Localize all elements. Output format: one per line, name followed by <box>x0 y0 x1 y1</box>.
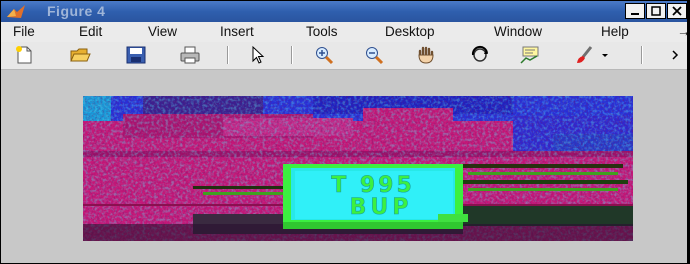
menu-desktop[interactable]: Desktop <box>385 24 435 39</box>
maximize-icon <box>651 6 661 16</box>
brush-dropdown-icon[interactable] <box>597 45 613 65</box>
menu-tools[interactable]: Tools <box>306 24 338 39</box>
toolbar-separator <box>641 46 643 64</box>
matlab-icon <box>7 5 25 18</box>
menu-bar: File Edit View Insert Tools Desktop Wind… <box>1 22 687 42</box>
save-icon[interactable] <box>125 45 147 65</box>
brush-icon[interactable] <box>573 45 595 65</box>
title-bar[interactable]: Figure 4 <box>1 1 687 22</box>
toolbar-separator <box>291 46 293 64</box>
open-folder-icon[interactable] <box>69 45 91 65</box>
menu-overflow-arrow[interactable]: → <box>677 24 687 39</box>
figure-window: Figure 4 File Edit View Insert Tools Des… <box>0 0 690 264</box>
license-plate-image: T 995 BUP <box>83 96 633 241</box>
new-figure-icon[interactable] <box>13 45 35 65</box>
close-icon <box>672 6 682 16</box>
pointer-arrow-icon[interactable] <box>247 45 269 65</box>
plate-text-line2: BUP <box>350 195 413 220</box>
menu-file[interactable]: File <box>13 24 35 39</box>
figure-canvas: T 995 BUP <box>1 70 687 263</box>
figure-toolbar <box>1 42 687 70</box>
pan-hand-icon[interactable] <box>415 45 437 65</box>
window-title: Figure 4 <box>47 3 106 19</box>
toolbar-separator <box>227 46 229 64</box>
menu-view[interactable]: View <box>148 24 177 39</box>
data-cursor-icon[interactable] <box>519 45 541 65</box>
menu-insert[interactable]: Insert <box>220 24 254 39</box>
toolbar-overflow-icon[interactable] <box>669 45 685 65</box>
close-button[interactable] <box>667 3 687 19</box>
zoom-out-icon[interactable] <box>363 45 385 65</box>
menu-help[interactable]: Help <box>601 24 629 39</box>
zoom-in-icon[interactable] <box>313 45 335 65</box>
minimize-icon <box>631 13 639 15</box>
rotate-3d-icon[interactable] <box>469 45 491 65</box>
minimize-button[interactable] <box>625 3 645 19</box>
maximize-button[interactable] <box>646 3 666 19</box>
menu-window[interactable]: Window <box>494 24 542 39</box>
menu-edit[interactable]: Edit <box>79 24 102 39</box>
print-icon[interactable] <box>179 45 201 65</box>
